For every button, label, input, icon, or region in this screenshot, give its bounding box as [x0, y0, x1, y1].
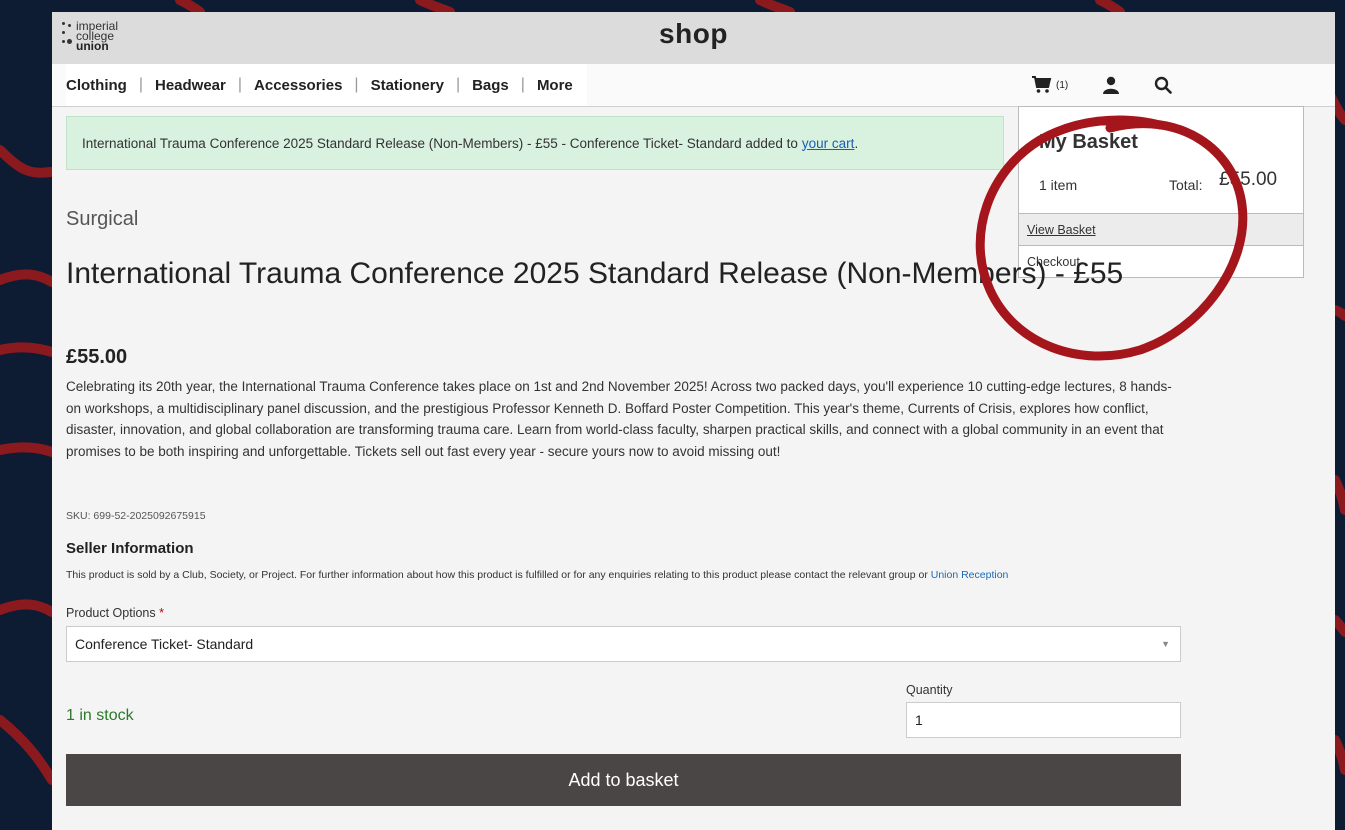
nav-separator: | [455, 76, 461, 93]
search-button[interactable] [1154, 76, 1173, 94]
basket-title: My Basket [1039, 131, 1138, 153]
nav-item-clothing[interactable]: Clothing [66, 77, 127, 94]
quantity-input[interactable]: 1 [906, 702, 1181, 738]
stock-status: 1 in stock [66, 707, 134, 724]
quantity-value: 1 [915, 712, 923, 728]
basket-total-label: Total: [1169, 177, 1203, 193]
cart-button[interactable]: (1) [1032, 76, 1068, 94]
seller-description: This product is sold by a Club, Society,… [66, 569, 928, 581]
nav-item-stationery[interactable]: Stationery [371, 77, 444, 94]
product-options-label-text: Product Options [66, 606, 156, 620]
nav-item-more[interactable]: More [537, 77, 573, 94]
cart-icon [1032, 76, 1052, 93]
nav-separator: | [237, 76, 243, 93]
product-description: Celebrating its 20th year, the Internati… [66, 379, 1172, 459]
view-basket-link[interactable]: View Basket [1019, 213, 1303, 245]
nav-icons: (1) [1032, 64, 1206, 106]
nav-separator: | [354, 76, 359, 93]
your-cart-link[interactable]: your cart [802, 136, 855, 151]
search-icon [1155, 76, 1173, 94]
quantity-label: Quantity [906, 683, 953, 697]
added-to-cart-alert: International Trauma Conference 2025 Sta… [66, 116, 1004, 170]
basket-total-value: £55.00 [1219, 169, 1278, 190]
nav-links: Clothing | Headwear | Accessories | Stat… [66, 64, 587, 106]
seller-heading: Seller Information [66, 540, 194, 557]
main-nav: Clothing | Headwear | Accessories | Stat… [52, 64, 1335, 107]
top-bar: imperial college union shop [52, 12, 1335, 64]
basket-dropdown: My Basket 1 item Total: £55.00 View Bask… [1018, 106, 1304, 278]
product-options-value: Conference Ticket- Standard [75, 636, 254, 652]
union-reception-link[interactable]: Union Reception [931, 569, 1009, 581]
account-button[interactable] [1102, 76, 1120, 94]
nav-item-headwear[interactable]: Headwear [155, 77, 226, 94]
nav-separator: | [138, 76, 143, 93]
nav-item-bags[interactable]: Bags [472, 77, 509, 94]
alert-trailing: . [854, 135, 859, 151]
user-icon [1103, 76, 1120, 94]
alert-message: International Trauma Conference 2025 Sta… [82, 135, 798, 151]
browser-page: imperial college union shop Clothing | H… [52, 12, 1335, 830]
seller-text: This product is sold by a Club, Society,… [66, 569, 1008, 581]
page-title: shop [659, 18, 728, 49]
cart-count-badge: (1) [1056, 79, 1069, 91]
required-mark: * [159, 606, 164, 620]
nav-separator: | [520, 76, 525, 93]
product-title: International Trauma Conference 2025 Sta… [66, 257, 1124, 290]
product-sku: SKU: 699-52-2025092675915 [66, 510, 206, 522]
product-options-label: Product Options * [66, 606, 164, 620]
add-to-basket-button[interactable]: Add to basket [66, 754, 1181, 806]
product-options-select[interactable]: Conference Ticket- Standard ▼ [66, 626, 1181, 662]
chevron-down-icon: ▼ [1161, 639, 1170, 649]
nav-item-accessories[interactable]: Accessories [254, 77, 342, 94]
product-category: Surgical [66, 208, 139, 230]
product-price: £55.00 [66, 346, 128, 368]
basket-item-count: 1 item [1039, 177, 1078, 193]
